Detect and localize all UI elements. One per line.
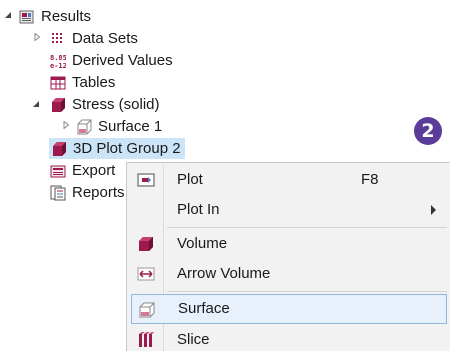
reports-icon [50, 185, 66, 201]
menu-label-surface: Surface [178, 300, 230, 317]
plot-group-label: 3D Plot Group 2 [73, 140, 181, 157]
results-folder-icon [19, 9, 35, 25]
tree-node-export[interactable]: Export [50, 160, 115, 181]
collapse-arrow-icon[interactable] [31, 99, 41, 109]
tables-label: Tables [72, 74, 116, 91]
tree-node-results[interactable]: Results [19, 6, 91, 27]
menu-item-surface[interactable]: Surface [131, 294, 447, 324]
menu-item-plot[interactable]: Plot F8 [131, 165, 447, 195]
svg-text:e-12: e-12 [50, 62, 66, 69]
table-icon [50, 75, 66, 91]
tree-node-derived-values[interactable]: 8.85 e-12 Derived Values [50, 50, 173, 71]
export-label: Export [72, 162, 116, 179]
menu-label-volume: Volume [177, 235, 228, 252]
expand-arrow-icon[interactable] [61, 120, 71, 130]
volume-cube-icon [137, 236, 155, 252]
menu-separator [167, 291, 447, 292]
number-icon: 8.85 e-12 [50, 53, 67, 70]
surface-icon [138, 302, 156, 318]
data-sets-label: Data Sets [72, 30, 138, 47]
tree-node-reports[interactable]: Reports [50, 182, 125, 203]
surface-1-label: Surface 1 [98, 118, 163, 135]
results-label: Results [41, 8, 92, 25]
reports-label: Reports [72, 184, 125, 201]
submenu-arrow-icon [431, 205, 436, 215]
slice-icon [137, 332, 155, 348]
menu-item-volume[interactable]: Volume [131, 229, 447, 259]
grid-dots-icon [50, 31, 66, 47]
tree-node-surface-1[interactable]: Surface 1 [76, 116, 162, 137]
magenta-cube-icon [51, 141, 67, 157]
menu-label-plot: Plot [177, 171, 203, 188]
surface-icon [76, 119, 92, 135]
magenta-cube-icon [50, 97, 66, 113]
menu-separator [167, 227, 447, 228]
menu-label-arrow-volume: Arrow Volume [177, 265, 271, 282]
tree-node-tables[interactable]: Tables [50, 72, 115, 93]
menu-shortcut-plot: F8 [361, 171, 379, 188]
context-menu: Plot F8 Plot In Volume Arrow Volume Surf… [126, 162, 450, 351]
tree-node-stress-solid[interactable]: Stress (solid) [50, 94, 160, 115]
menu-item-plot-in[interactable]: Plot In [131, 195, 447, 225]
svg-text:8.85: 8.85 [50, 54, 66, 62]
collapse-arrow-icon[interactable] [3, 10, 13, 20]
tree-node-data-sets[interactable]: Data Sets [50, 28, 138, 49]
tree-node-3d-plot-group-2[interactable]: 3D Plot Group 2 [49, 138, 185, 159]
expand-arrow-icon[interactable] [32, 32, 42, 42]
export-icon [50, 163, 66, 179]
step-badge: 2 [414, 117, 442, 145]
plot-icon [137, 172, 155, 188]
derived-values-label: Derived Values [72, 52, 173, 69]
menu-item-arrow-volume[interactable]: Arrow Volume [131, 259, 447, 289]
arrow-volume-icon [137, 266, 155, 282]
stress-solid-label: Stress (solid) [72, 96, 160, 113]
menu-label-plot-in: Plot In [177, 201, 220, 218]
